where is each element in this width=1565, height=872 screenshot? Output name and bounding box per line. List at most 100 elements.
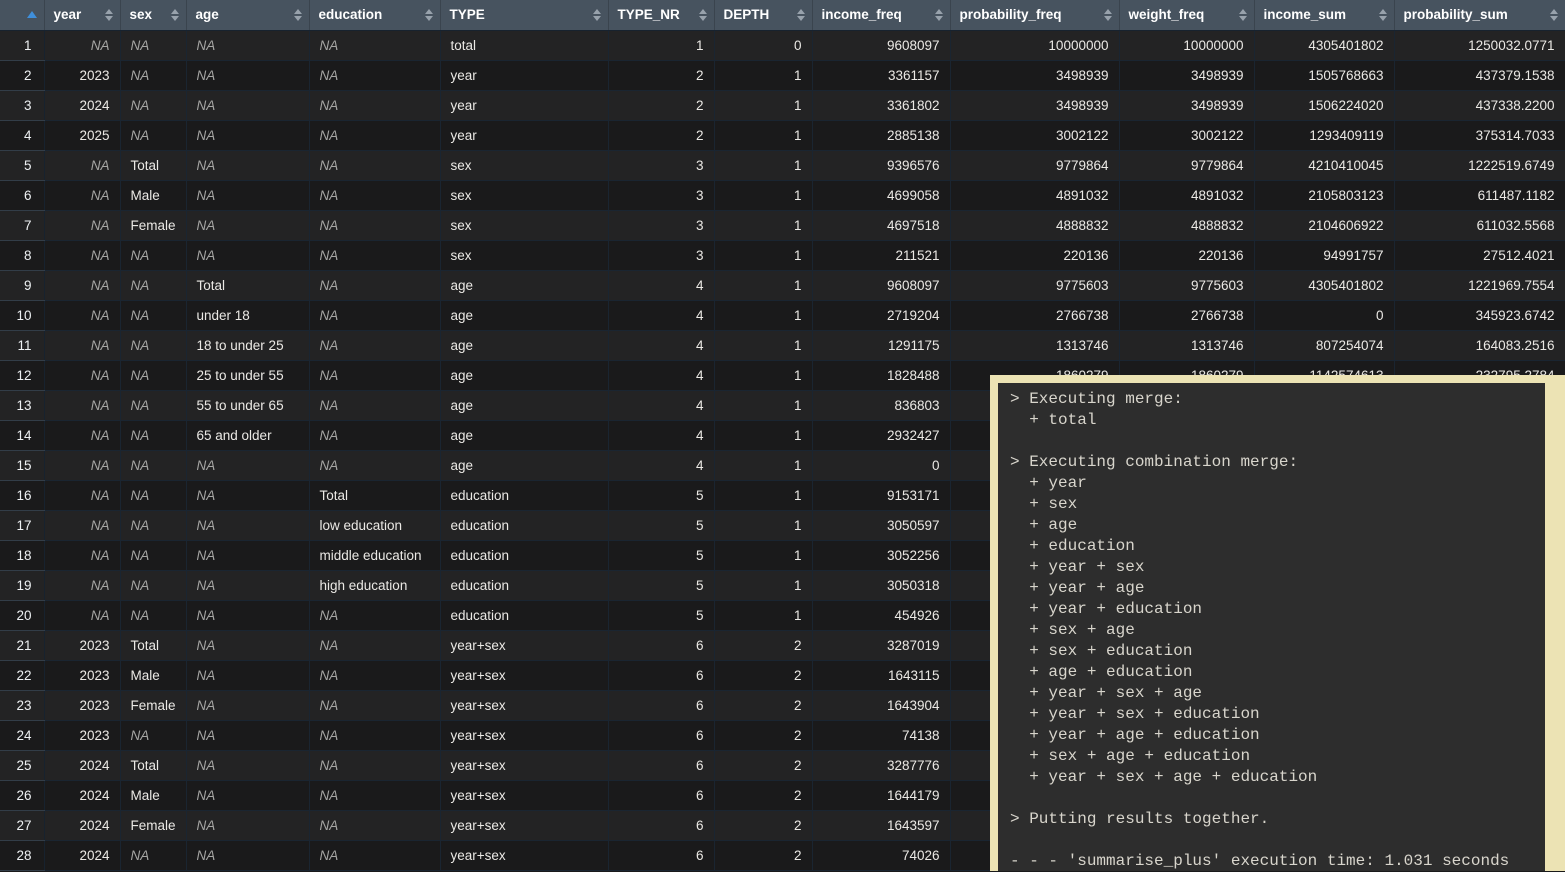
sort-arrows-icon[interactable] bbox=[797, 9, 805, 21]
cell-depth: 2 bbox=[714, 810, 812, 840]
cell-type-nr: 2 bbox=[608, 90, 714, 120]
row-number: 14 bbox=[0, 420, 44, 450]
cell-depth: 0 bbox=[714, 30, 812, 60]
cell-income-freq: 3052256 bbox=[812, 540, 950, 570]
cell-income-freq: 3361802 bbox=[812, 90, 950, 120]
sort-ascending-icon[interactable] bbox=[27, 11, 37, 18]
cell-education: NA bbox=[309, 180, 440, 210]
row-number-header[interactable] bbox=[0, 0, 44, 30]
cell-type: sex bbox=[440, 150, 608, 180]
cell-type-nr: 6 bbox=[608, 840, 714, 870]
cell-sex: NA bbox=[120, 390, 186, 420]
column-header-income-sum[interactable]: income_sum bbox=[1254, 0, 1394, 30]
cell-type-nr: 6 bbox=[608, 810, 714, 840]
table-row: 22023NANANAyear2133611573498939349893915… bbox=[0, 60, 1565, 90]
sort-arrows-icon[interactable] bbox=[1239, 9, 1247, 21]
cell-weight-freq: 3002122 bbox=[1119, 120, 1254, 150]
cell-probability-freq: 9775603 bbox=[950, 270, 1119, 300]
cell-probability-sum: 611032.5568 bbox=[1394, 210, 1565, 240]
column-header-education[interactable]: education bbox=[309, 0, 440, 30]
sort-arrows-icon[interactable] bbox=[1550, 9, 1558, 21]
sort-arrows-icon[interactable] bbox=[699, 9, 707, 21]
cell-probability-sum: 611487.1182 bbox=[1394, 180, 1565, 210]
cell-weight-freq: 10000000 bbox=[1119, 30, 1254, 60]
cell-income-sum: 4305401802 bbox=[1254, 270, 1394, 300]
cell-type-nr: 5 bbox=[608, 540, 714, 570]
cell-depth: 2 bbox=[714, 750, 812, 780]
cell-age: NA bbox=[186, 780, 309, 810]
cell-depth: 1 bbox=[714, 420, 812, 450]
column-header-probability-sum[interactable]: probability_sum bbox=[1394, 0, 1565, 30]
sort-arrows-icon[interactable] bbox=[593, 9, 601, 21]
cell-sex: NA bbox=[120, 840, 186, 870]
cell-type-nr: 5 bbox=[608, 600, 714, 630]
table-row: 10NANAunder 18NAage412719204276673827667… bbox=[0, 300, 1565, 330]
cell-income-sum: 1293409119 bbox=[1254, 120, 1394, 150]
cell-type-nr: 6 bbox=[608, 750, 714, 780]
cell-sex: NA bbox=[120, 510, 186, 540]
cell-probability-freq: 2766738 bbox=[950, 300, 1119, 330]
cell-probability-sum: 27512.4021 bbox=[1394, 240, 1565, 270]
cell-type: age bbox=[440, 390, 608, 420]
cell-income-freq: 3361157 bbox=[812, 60, 950, 90]
column-header-type[interactable]: TYPE bbox=[440, 0, 608, 30]
column-header-income-freq[interactable]: income_freq bbox=[812, 0, 950, 30]
sort-arrows-icon[interactable] bbox=[935, 9, 943, 21]
cell-probability-sum: 375314.7033 bbox=[1394, 120, 1565, 150]
row-number: 7 bbox=[0, 210, 44, 240]
cell-type: age bbox=[440, 300, 608, 330]
column-header-age[interactable]: age bbox=[186, 0, 309, 30]
cell-sex: Female bbox=[120, 810, 186, 840]
cell-income-freq: 836803 bbox=[812, 390, 950, 420]
cell-sex: Total bbox=[120, 630, 186, 660]
cell-type: education bbox=[440, 510, 608, 540]
cell-probability-sum: 164083.2516 bbox=[1394, 330, 1565, 360]
cell-year: NA bbox=[44, 210, 120, 240]
sort-arrows-icon[interactable] bbox=[105, 9, 113, 21]
cell-income-freq: 0 bbox=[812, 450, 950, 480]
cell-sex: Total bbox=[120, 150, 186, 180]
cell-age: NA bbox=[186, 810, 309, 840]
cell-year: 2023 bbox=[44, 690, 120, 720]
cell-income-freq: 2719204 bbox=[812, 300, 950, 330]
column-header-depth[interactable]: DEPTH bbox=[714, 0, 812, 30]
cell-income-freq: 1828488 bbox=[812, 360, 950, 390]
sort-arrows-icon[interactable] bbox=[171, 9, 179, 21]
sort-arrows-icon[interactable] bbox=[425, 9, 433, 21]
sort-arrows-icon[interactable] bbox=[1104, 9, 1112, 21]
cell-type: year bbox=[440, 60, 608, 90]
cell-type: year bbox=[440, 90, 608, 120]
sort-arrows-icon[interactable] bbox=[1379, 9, 1387, 21]
cell-type: sex bbox=[440, 210, 608, 240]
cell-age: 18 to under 25 bbox=[186, 330, 309, 360]
cell-age: Total bbox=[186, 270, 309, 300]
cell-education: NA bbox=[309, 120, 440, 150]
column-header-probability-freq[interactable]: probability_freq bbox=[950, 0, 1119, 30]
row-number: 22 bbox=[0, 660, 44, 690]
column-label: probability_sum bbox=[1404, 7, 1508, 22]
cell-year: 2025 bbox=[44, 120, 120, 150]
cell-sex: Female bbox=[120, 690, 186, 720]
cell-year: NA bbox=[44, 240, 120, 270]
column-header-year[interactable]: year bbox=[44, 0, 120, 30]
console-output: > Executing merge: + total > Executing c… bbox=[998, 383, 1545, 872]
cell-year: NA bbox=[44, 330, 120, 360]
cell-probability-freq: 220136 bbox=[950, 240, 1119, 270]
column-header-sex[interactable]: sex bbox=[120, 0, 186, 30]
cell-income-freq: 9153171 bbox=[812, 480, 950, 510]
table-row: 7NAFemaleNANAsex314697518488883248888322… bbox=[0, 210, 1565, 240]
cell-income-freq: 454926 bbox=[812, 600, 950, 630]
column-header-weight-freq[interactable]: weight_freq bbox=[1119, 0, 1254, 30]
table-row: 32024NANANAyear2133618023498939349893915… bbox=[0, 90, 1565, 120]
column-label: year bbox=[54, 7, 82, 22]
column-header-type-nr[interactable]: TYPE_NR bbox=[608, 0, 714, 30]
cell-year: NA bbox=[44, 570, 120, 600]
row-number: 23 bbox=[0, 690, 44, 720]
sort-arrows-icon[interactable] bbox=[294, 9, 302, 21]
cell-probability-freq: 10000000 bbox=[950, 30, 1119, 60]
cell-education: NA bbox=[309, 840, 440, 870]
cell-type-nr: 2 bbox=[608, 60, 714, 90]
cell-type-nr: 6 bbox=[608, 630, 714, 660]
cell-age: NA bbox=[186, 150, 309, 180]
cell-type-nr: 4 bbox=[608, 390, 714, 420]
